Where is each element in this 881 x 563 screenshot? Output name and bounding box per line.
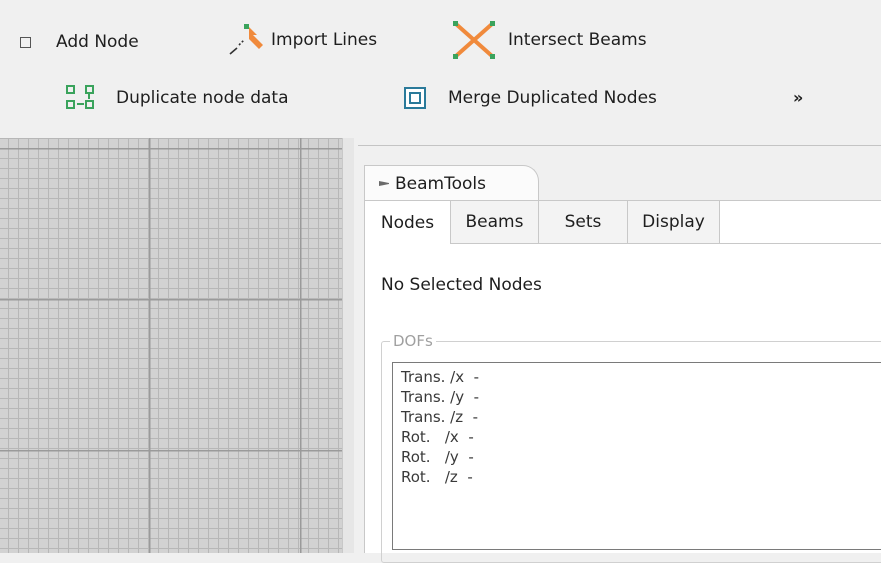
intersect-beams-button[interactable]: Intersect Beams bbox=[452, 21, 647, 59]
add-node-label: Add Node bbox=[56, 32, 139, 52]
import-lines-label: Import Lines bbox=[271, 30, 378, 50]
dof-row: Trans. /y - bbox=[401, 388, 480, 406]
merge-duplicated-nodes-button[interactable]: Merge Duplicated Nodes bbox=[404, 83, 657, 113]
duplicate-nodes-icon bbox=[64, 83, 104, 113]
tab-display-label: Display bbox=[642, 212, 705, 232]
grid-canvas[interactable] bbox=[0, 138, 342, 553]
beamtools-tab-label: BeamTools bbox=[395, 173, 486, 194]
tab-display[interactable]: Display bbox=[628, 201, 720, 243]
import-lines-button[interactable]: Import Lines bbox=[227, 23, 378, 57]
dof-row: Rot. /x - bbox=[401, 428, 474, 446]
add-node-button[interactable]: Add Node bbox=[20, 27, 139, 57]
tab-beams-label: Beams bbox=[465, 212, 524, 232]
dofs-list[interactable]: Trans. /x - Trans. /y - Trans. /z - Rot.… bbox=[392, 362, 881, 550]
selection-status: No Selected Nodes bbox=[381, 275, 542, 295]
tab-beams[interactable]: Beams bbox=[451, 201, 539, 243]
panel-top-divider bbox=[358, 145, 881, 146]
intersect-beams-label: Intersect Beams bbox=[508, 30, 647, 50]
dof-row: Rot. /y - bbox=[401, 448, 474, 466]
merge-nodes-icon bbox=[404, 87, 426, 109]
overflow-chevron-icon: » bbox=[793, 88, 804, 107]
dof-row: Rot. /z - bbox=[401, 468, 473, 486]
intersect-beams-icon bbox=[452, 20, 498, 60]
dof-row: Trans. /z - bbox=[401, 408, 479, 426]
duplicate-node-data-label: Duplicate node data bbox=[116, 88, 289, 108]
dofs-legend: DOFs bbox=[390, 331, 436, 351]
pin-icon bbox=[379, 181, 389, 186]
duplicate-node-data-button[interactable]: Duplicate node data bbox=[64, 83, 289, 113]
tab-nodes[interactable]: Nodes bbox=[365, 201, 451, 244]
beamtools-panel: BeamTools Nodes Beams Sets Display No Se… bbox=[354, 138, 881, 563]
toolbar-overflow-button[interactable]: » bbox=[793, 83, 803, 113]
import-lines-icon bbox=[227, 23, 269, 57]
dof-row: Trans. /x - bbox=[401, 368, 480, 386]
square-outline-icon bbox=[20, 36, 31, 48]
merge-duplicated-nodes-label: Merge Duplicated Nodes bbox=[448, 88, 657, 108]
beamtools-tab[interactable]: BeamTools bbox=[364, 165, 539, 201]
tab-nodes-label: Nodes bbox=[380, 212, 435, 233]
toolbar: Add Node Import Lines Intersect Beams Du… bbox=[0, 0, 881, 128]
tab-sets-label: Sets bbox=[564, 212, 602, 232]
tab-sets[interactable]: Sets bbox=[539, 201, 628, 243]
beamtools-body: Nodes Beams Sets Display No Selected Nod… bbox=[364, 200, 881, 563]
subtab-strip: Nodes Beams Sets Display bbox=[365, 201, 881, 244]
dofs-group: DOFs Trans. /x - Trans. /y - Trans. /z -… bbox=[381, 331, 881, 563]
